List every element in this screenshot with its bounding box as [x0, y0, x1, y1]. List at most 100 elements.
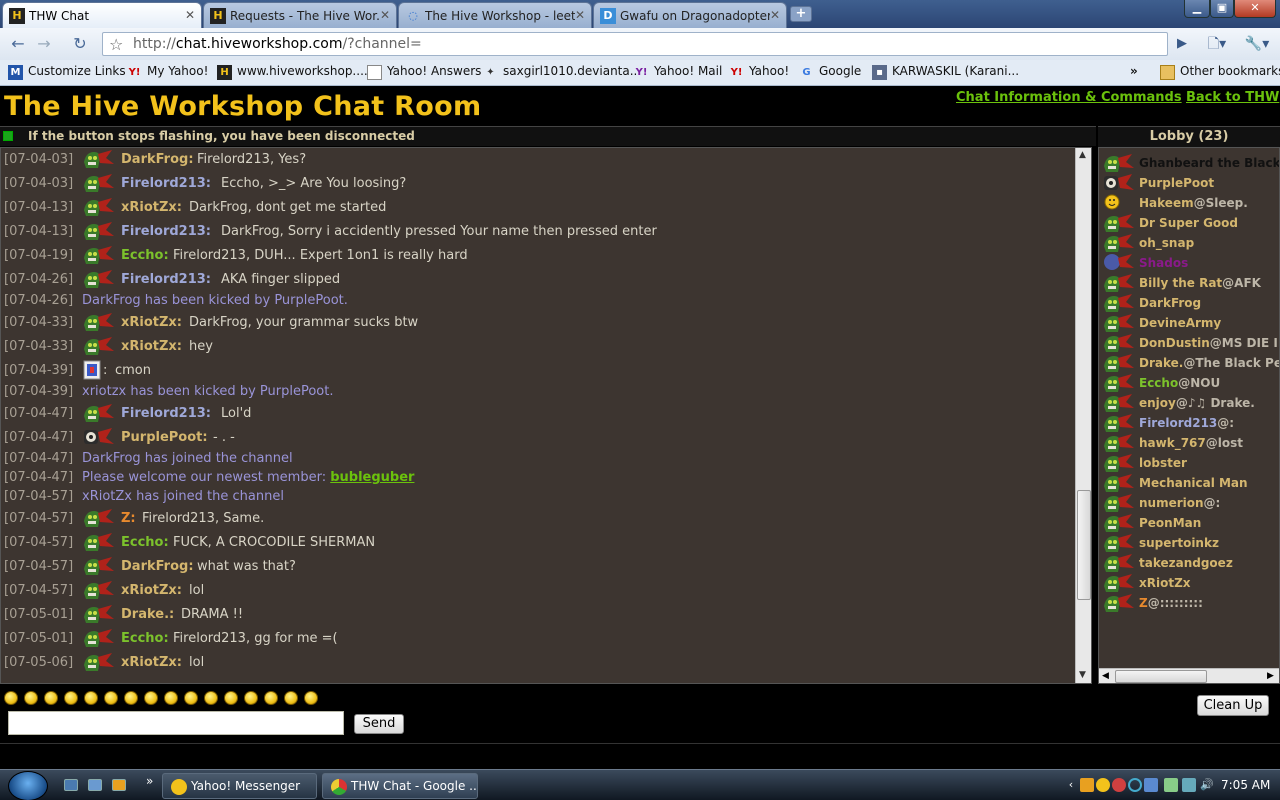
- bookmark-my-yahoo[interactable]: Y! My Yahoo!: [127, 64, 209, 82]
- clock[interactable]: 7:05 AM: [1221, 778, 1270, 792]
- message-username[interactable]: Eccho:: [121, 535, 169, 550]
- back-to-thw-link[interactable]: Back to THW: [1186, 90, 1279, 105]
- lobby-user[interactable]: Billy the Rat@AFK: [1099, 272, 1279, 292]
- lobby-user[interactable]: Eccho@NOU: [1099, 372, 1279, 392]
- tongue-smiley-icon[interactable]: [264, 691, 278, 705]
- lobby-user[interactable]: Mechanical Man: [1099, 472, 1279, 492]
- taskbar-chrome-thw-chat[interactable]: THW Chat - Google ...: [322, 773, 478, 799]
- window-switch-icon[interactable]: [88, 779, 102, 791]
- bookmark-yahoo-answers[interactable]: Yahoo! Answers: [367, 64, 481, 82]
- lobby-user[interactable]: Drake.@The Black Pe: [1099, 352, 1279, 372]
- message-username[interactable]: Z:: [121, 511, 136, 526]
- clean-up-button[interactable]: Clean Up: [1197, 695, 1269, 716]
- message-username[interactable]: Firelord213:: [121, 224, 211, 239]
- start-button-windows-icon[interactable]: [8, 771, 48, 800]
- user-avatar[interactable]: [82, 220, 116, 242]
- lobby-user[interactable]: oh_snap: [1099, 232, 1279, 252]
- big-grin-smiley-icon[interactable]: [84, 691, 98, 705]
- lobby-user[interactable]: supertoinkz: [1099, 532, 1279, 552]
- scroll-down-icon[interactable]: ▼: [1079, 670, 1086, 680]
- confused-smiley-icon[interactable]: [284, 691, 298, 705]
- taskbar-yahoo-messenger[interactable]: Yahoo! Messenger: [162, 773, 317, 799]
- message-username[interactable]: DarkFrog:: [121, 152, 194, 167]
- close-tab-icon[interactable]: ✕: [380, 8, 390, 22]
- forward-arrow-icon[interactable]: →: [32, 33, 56, 55]
- new-member-link[interactable]: bubleguber: [330, 470, 414, 485]
- bookmark-yahoo-mail[interactable]: Y! Yahoo! Mail: [634, 64, 723, 82]
- yahoo-messenger-tray-icon[interactable]: [1096, 778, 1110, 792]
- user-avatar[interactable]: [82, 627, 116, 649]
- bookmark-karwaskil[interactable]: ▪ KARWASKIL (Karani...: [872, 64, 1019, 82]
- lobby-user[interactable]: Shados: [1099, 252, 1279, 272]
- user-avatar[interactable]: [82, 244, 116, 266]
- maximize-button[interactable]: ▣: [1210, 0, 1234, 18]
- frown-smiley-icon[interactable]: [184, 691, 198, 705]
- lobby-user[interactable]: DarkFrog: [1099, 292, 1279, 312]
- network-icon[interactable]: [1164, 778, 1178, 792]
- chat-log[interactable]: [07-04-03] DarkFrog: Firelord213, Yes? [07-…: [0, 147, 1092, 684]
- close-tab-icon[interactable]: ✕: [185, 8, 195, 22]
- chat-info-link[interactable]: Chat Information & Commands: [956, 90, 1182, 105]
- user-avatar[interactable]: [82, 148, 116, 170]
- user-avatar[interactable]: [82, 268, 116, 290]
- message-input[interactable]: [8, 711, 344, 735]
- message-username[interactable]: xRiotZx:: [121, 339, 182, 354]
- quicklaunch-overflow-icon[interactable]: »: [146, 774, 153, 788]
- volume-icon[interactable]: 🔊: [1200, 778, 1214, 792]
- lobby-user[interactable]: Z@:::::::::: [1099, 592, 1279, 612]
- user-avatar[interactable]: [82, 426, 116, 448]
- scroll-up-icon[interactable]: ▲: [1079, 150, 1086, 160]
- bookmark-deviantart[interactable]: ✦ saxgirl1010.devianta...: [483, 64, 641, 82]
- back-arrow-icon[interactable]: ←: [6, 33, 30, 55]
- lobby-user[interactable]: PeonMan: [1099, 512, 1279, 532]
- lobby-horizontal-scrollbar[interactable]: ◀ ▶: [1099, 668, 1279, 683]
- lobby-user[interactable]: PurplePoot: [1099, 172, 1279, 192]
- wink-smiley-icon[interactable]: [164, 691, 178, 705]
- tray-app-icon[interactable]: [1080, 778, 1094, 792]
- lobby-user[interactable]: Hakeem@Sleep.: [1099, 192, 1279, 212]
- reload-icon[interactable]: ↻: [68, 33, 92, 55]
- tab-requests[interactable]: H Requests - The Hive Wor... ✕: [203, 2, 397, 28]
- wrench-menu-icon[interactable]: 🔧▾: [1242, 33, 1272, 55]
- lobby-user[interactable]: DevineArmy: [1099, 312, 1279, 332]
- user-avatar[interactable]: [82, 335, 116, 357]
- user-avatar[interactable]: [82, 555, 116, 577]
- network-status-icon[interactable]: [1182, 778, 1196, 792]
- message-username[interactable]: Firelord213:: [121, 406, 211, 421]
- tab-gwafu[interactable]: D Gwafu on Dragonadopters ✕: [593, 2, 787, 28]
- media-player-icon[interactable]: [112, 779, 126, 791]
- user-avatar[interactable]: [82, 172, 116, 194]
- lobby-user[interactable]: DonDustin@MS DIE IN: [1099, 332, 1279, 352]
- smirk-smiley-icon[interactable]: [304, 691, 318, 705]
- bookmark-google[interactable]: G Google: [799, 64, 861, 82]
- message-username[interactable]: xRiotZx:: [121, 655, 182, 670]
- send-button[interactable]: Send: [354, 714, 404, 734]
- new-tab-button[interactable]: +: [790, 6, 812, 22]
- scroll-thumb[interactable]: [1115, 670, 1207, 683]
- happy-smiley-icon[interactable]: [24, 691, 38, 705]
- show-desktop-icon[interactable]: [64, 779, 78, 791]
- bookmarks-overflow-chevron-icon[interactable]: »: [1130, 64, 1138, 82]
- chat-scrollbar[interactable]: ▲ ▼: [1075, 148, 1091, 683]
- address-bar[interactable]: ☆ http://chat.hiveworkshop.com/?channel=: [102, 32, 1168, 56]
- page-menu-icon[interactable]: 🗋▾: [1204, 33, 1230, 55]
- message-username[interactable]: Eccho:: [121, 248, 169, 263]
- laugh-smiley-icon[interactable]: [244, 691, 258, 705]
- message-username[interactable]: DarkFrog:: [121, 559, 194, 574]
- user-avatar[interactable]: [82, 402, 116, 424]
- user-avatar[interactable]: [82, 311, 116, 333]
- connection-indicator[interactable]: [3, 131, 13, 141]
- message-username[interactable]: xRiotZx:: [121, 200, 182, 215]
- neutral-smiley-icon[interactable]: [124, 691, 138, 705]
- close-tab-icon[interactable]: ✕: [770, 8, 780, 22]
- tab-thw-chat[interactable]: H THW Chat ✕: [2, 2, 202, 28]
- lobby-user[interactable]: xRiotZx: [1099, 572, 1279, 592]
- user-avatar[interactable]: [82, 507, 116, 529]
- tab-hive-workshop[interactable]: ◌ The Hive Workshop - leet... ✕: [398, 2, 592, 28]
- message-username[interactable]: xRiotZx:: [121, 315, 182, 330]
- grin-smiley-icon[interactable]: [64, 691, 78, 705]
- scroll-left-icon[interactable]: ◀: [1102, 671, 1109, 681]
- smile-smiley-icon[interactable]: [4, 691, 18, 705]
- user-avatar[interactable]: [82, 196, 116, 218]
- bookmark-star-icon[interactable]: ☆: [109, 35, 123, 54]
